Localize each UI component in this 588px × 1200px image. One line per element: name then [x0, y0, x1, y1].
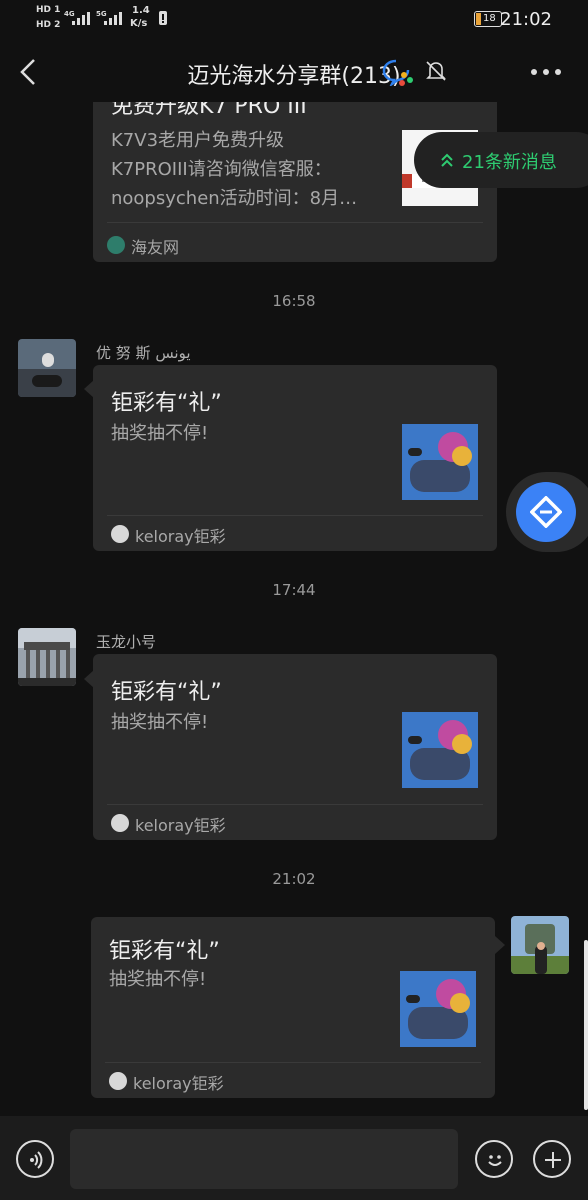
floating-app-icon: [516, 482, 576, 542]
message-input[interactable]: [70, 1129, 458, 1189]
clock: 21:02: [500, 9, 552, 30]
emoji-button[interactable]: [475, 1140, 513, 1178]
sender-name: 玉龙小号: [96, 633, 157, 651]
plus-icon: [545, 1152, 561, 1168]
card-divider: [107, 222, 483, 223]
source-logo-icon: [107, 236, 125, 254]
card-desc: 抽奖抽不停!: [109, 969, 207, 990]
sim1-label: HD 1: [36, 5, 61, 15]
card-thumbnail: [402, 712, 478, 788]
card-source: keloray钜彩: [133, 1074, 224, 1093]
sim2-label: HD 2: [36, 20, 61, 30]
new-messages-label: 21条新消息: [462, 152, 557, 173]
signal1-icon: [72, 12, 90, 25]
scrollbar[interactable]: [584, 940, 588, 1110]
voice-button[interactable]: [16, 1140, 54, 1178]
card-desc-line-3: noopsychen活动时间：8月…: [111, 188, 358, 209]
battery-icon: 18: [474, 11, 502, 27]
floating-button[interactable]: [506, 472, 588, 552]
card-title: 钜彩有“礼”: [111, 391, 222, 416]
card-desc-line-2: K7PROIII请咨询微信客服：: [111, 159, 332, 180]
net-speed-unit: K/s: [130, 18, 148, 29]
new-messages-pill[interactable]: 21条新消息: [414, 132, 588, 188]
card-title: 免费升级K7 PRO III: [111, 102, 307, 119]
source-logo-icon: [111, 814, 129, 832]
timestamp: 21:02: [272, 870, 316, 888]
voice-icon: [30, 1151, 43, 1169]
group-badge-icon: [382, 59, 413, 86]
card-divider: [107, 804, 483, 805]
more-actions-button[interactable]: [533, 1140, 571, 1178]
card-title: 钜彩有“礼”: [109, 939, 220, 964]
card-source: 海友网: [131, 238, 180, 257]
avatar[interactable]: [18, 339, 76, 397]
mute-icon: [426, 61, 446, 81]
group-title: 迈光海水分享群(213): [0, 58, 588, 90]
timestamp: 16:58: [272, 292, 316, 310]
card-desc: 抽奖抽不停!: [111, 712, 209, 733]
sender-name: 优 努 斯 يونس: [96, 344, 191, 362]
battery-level: 18: [483, 13, 496, 24]
card-desc: 抽奖抽不停!: [111, 423, 209, 444]
card-divider: [105, 1062, 481, 1063]
notification-icon: [159, 11, 167, 25]
source-logo-icon: [111, 525, 129, 543]
group-name: 迈光海水分享群(213): [187, 64, 401, 89]
avatar[interactable]: [18, 628, 76, 686]
emoji-icon: [488, 1155, 502, 1166]
card-thumbnail: [402, 424, 478, 500]
more-icon[interactable]: [530, 68, 562, 76]
source-logo-icon: [109, 1072, 127, 1090]
signal2-icon: [104, 12, 122, 25]
card-desc-line-1: K7V3老用户免费升级: [111, 130, 285, 151]
card-source: keloray钜彩: [135, 527, 226, 546]
card-divider: [107, 515, 483, 516]
card-thumbnail: [400, 971, 476, 1047]
timestamp: 17:44: [272, 581, 316, 599]
link-card[interactable]: 钜彩有“礼” 抽奖抽不停! keloray钜彩: [93, 654, 497, 840]
avatar[interactable]: [511, 916, 569, 974]
card-title: 钜彩有“礼”: [111, 680, 222, 705]
input-bar: [0, 1116, 588, 1200]
net-speed-value: 1.4: [132, 5, 150, 16]
link-card[interactable]: 钜彩有“礼” 抽奖抽不停! keloray钜彩: [93, 365, 497, 551]
double-up-icon: [441, 153, 453, 167]
card-source: keloray钜彩: [135, 816, 226, 835]
status-bar: HD 1 HD 2 4G 5G 1.4 K/s 18 21:02: [0, 0, 588, 40]
link-card[interactable]: 钜彩有“礼” 抽奖抽不停! keloray钜彩: [91, 917, 495, 1098]
bubble-tail: [495, 936, 505, 954]
